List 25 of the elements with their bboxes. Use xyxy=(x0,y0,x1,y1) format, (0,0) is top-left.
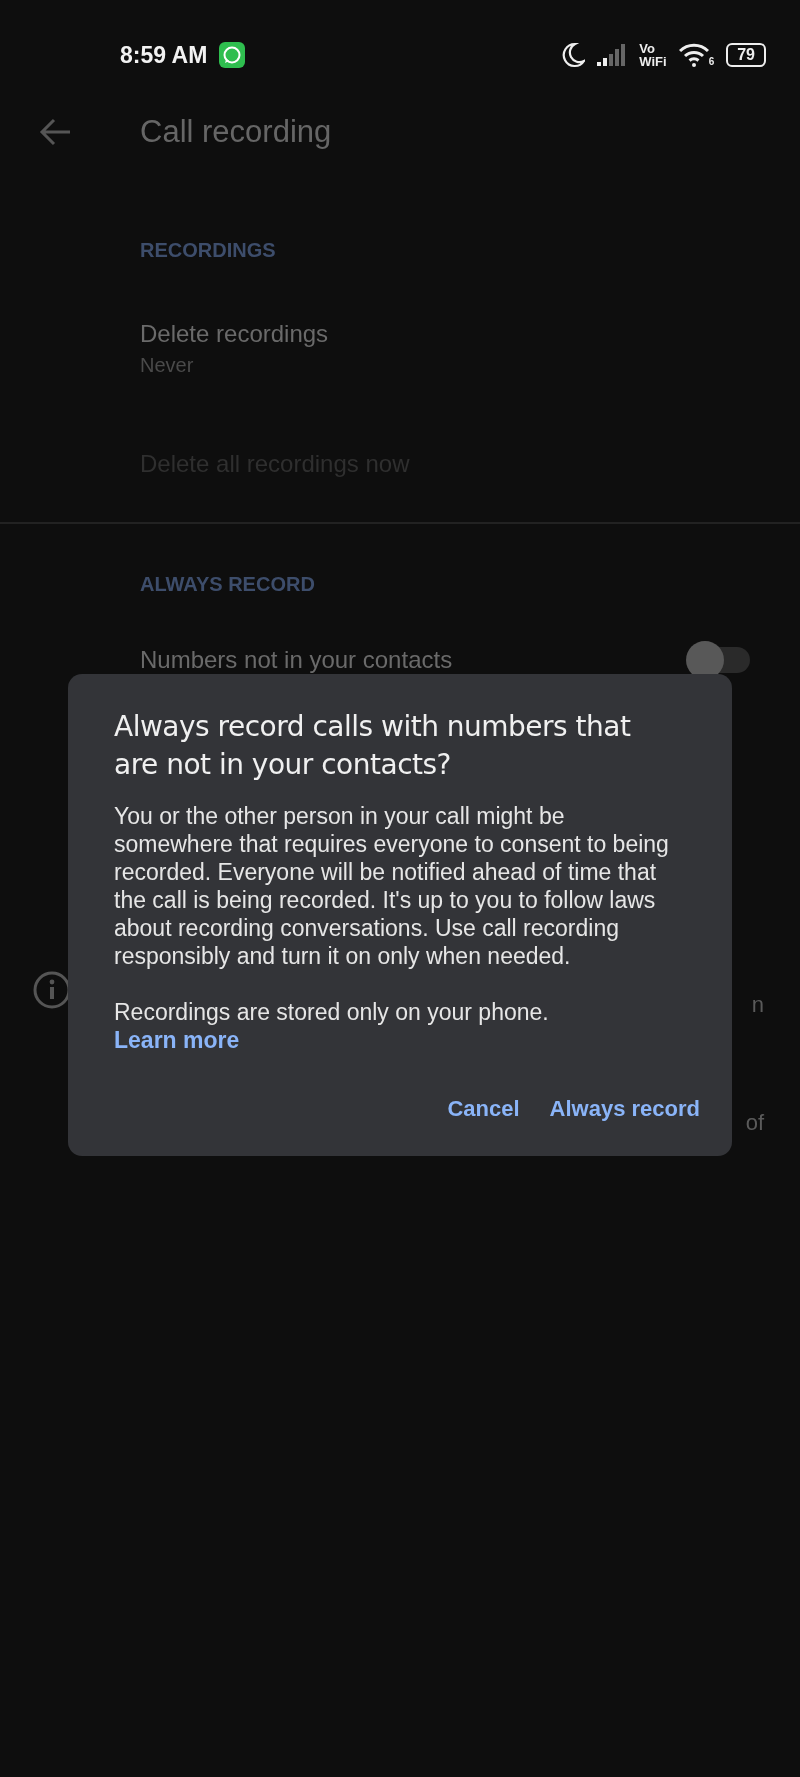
setting-title[interactable]: Delete recordings xyxy=(140,319,329,348)
dialog-title: Always record calls with numbers that are not in your contacts? xyxy=(114,709,632,783)
setting-summary: Never xyxy=(140,353,195,377)
note-text: n xyxy=(751,992,764,1018)
confirm-button[interactable]: Always record xyxy=(549,1084,700,1134)
signal-icon xyxy=(597,43,628,67)
chat-app-icon xyxy=(219,42,246,68)
learn-more-link[interactable]: Learn more xyxy=(114,1026,240,1054)
volte-label: Vo xyxy=(639,42,656,55)
battery-indicator: 79 xyxy=(726,43,766,67)
setting-title[interactable]: Numbers not in your contacts xyxy=(140,646,453,674)
wifi-generation: 6 xyxy=(708,56,715,67)
screen-title: Call recording xyxy=(140,114,332,150)
back-button[interactable] xyxy=(38,117,72,147)
cancel-button[interactable]: Cancel xyxy=(447,1084,520,1134)
dialog-message: You or the other person in your call might be somewhere that requires everyone to consent to being recorded. Everyone will be notified ahead of time that the call is being recorded. It's up to you to follow laws about recording conversations. Use call recording responsibly and turn it on only when needed. xyxy=(114,802,670,970)
wifi-icon xyxy=(678,43,709,67)
moon-icon xyxy=(561,42,586,68)
wifi-calling-label: WiFi xyxy=(639,55,667,68)
clock-time: 8:59 AM xyxy=(120,41,208,69)
back-arrow-icon xyxy=(38,117,72,147)
section-heading: RECORDINGS xyxy=(140,238,277,263)
section-heading: ALWAYS RECORD xyxy=(140,572,316,597)
note-text: of xyxy=(745,1110,764,1136)
storage-note: Recordings are stored only on your phone. xyxy=(114,998,550,1026)
